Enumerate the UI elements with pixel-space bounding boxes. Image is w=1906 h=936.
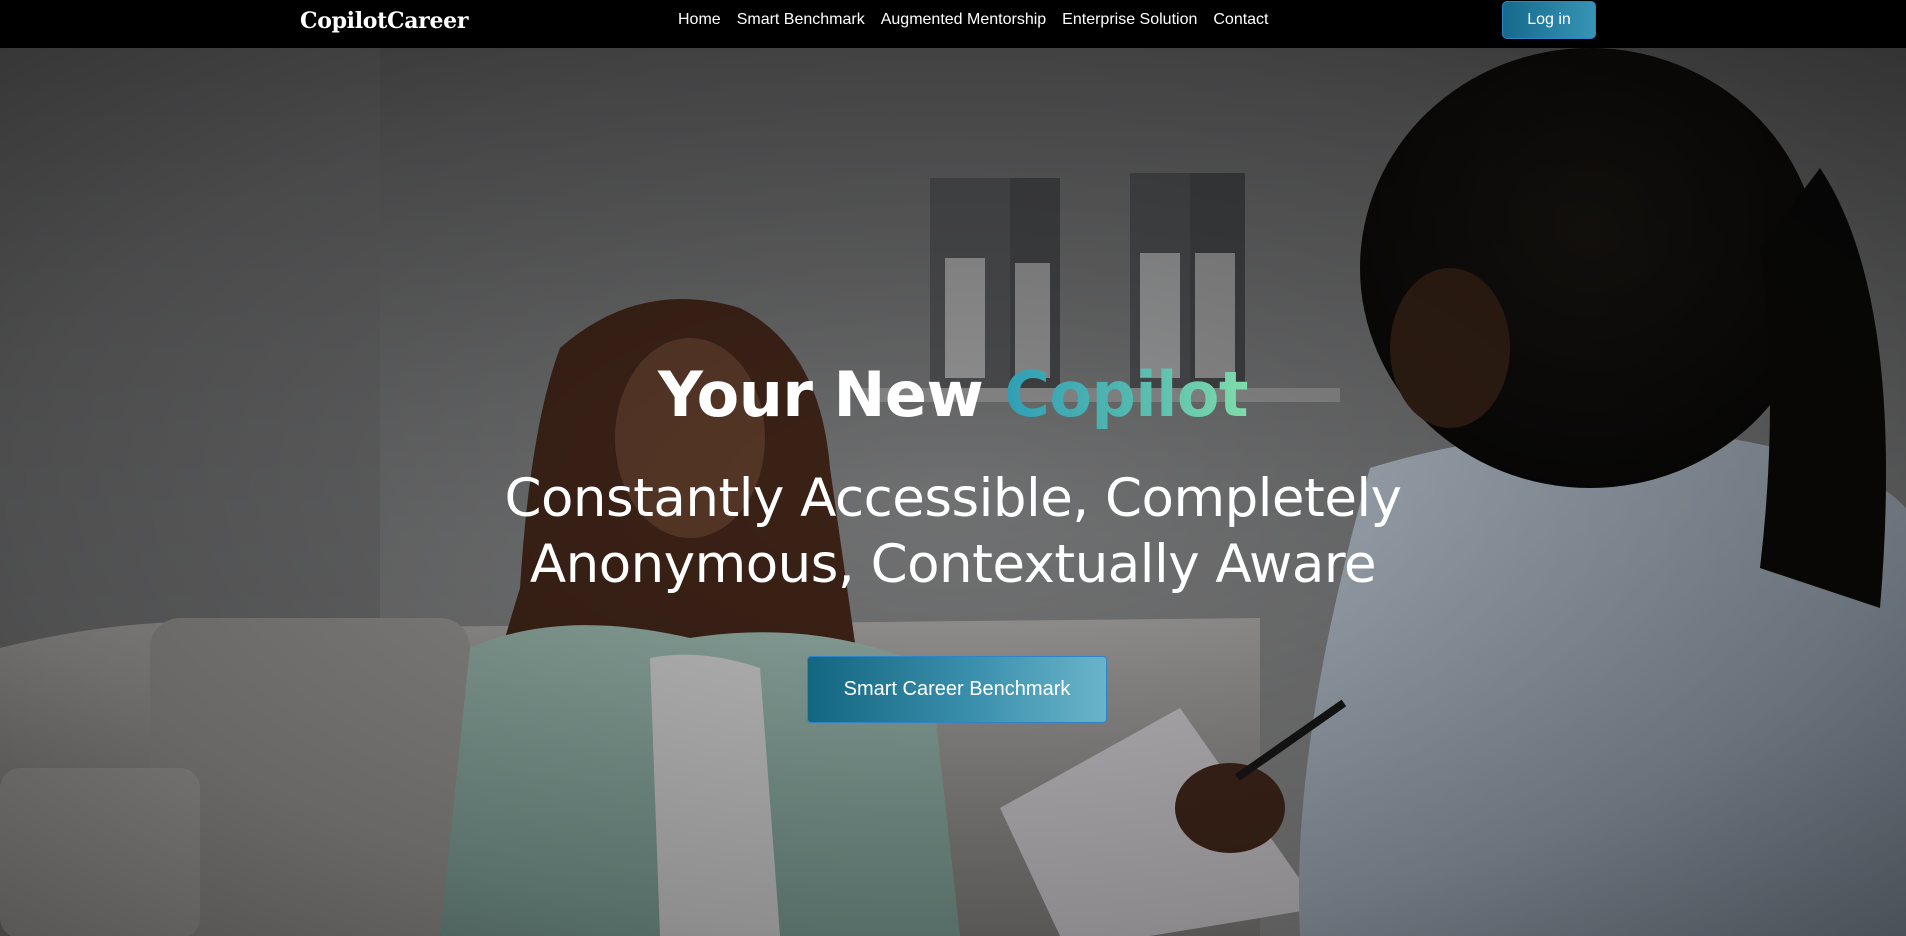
- nav-link-contact[interactable]: Contact: [1213, 11, 1268, 29]
- hero-title-prefix: Your New: [657, 358, 1005, 431]
- hero-content: Your New Copilot Constantly Accessible, …: [0, 48, 1906, 936]
- nav-link-enterprise-solution[interactable]: Enterprise Solution: [1062, 11, 1197, 29]
- hero-subtitle-line-1: Constantly Accessible, Completely: [504, 468, 1402, 529]
- hero-title-accent: Copilot: [1004, 358, 1249, 431]
- nav-link-augmented-mentorship[interactable]: Augmented Mentorship: [881, 11, 1046, 29]
- page: CopilotCareer Home Smart Benchmark Augme…: [0, 0, 1906, 936]
- nav-link-smart-benchmark[interactable]: Smart Benchmark: [737, 11, 865, 29]
- top-navbar: CopilotCareer Home Smart Benchmark Augme…: [0, 0, 1906, 48]
- login-button[interactable]: Log in: [1502, 1, 1596, 39]
- nav-link-home[interactable]: Home: [678, 11, 721, 29]
- hero-title: Your New Copilot: [0, 358, 1906, 431]
- hero-subtitle: Constantly Accessible, Completely Anonym…: [453, 466, 1453, 598]
- brand-logo[interactable]: CopilotCareer: [300, 8, 468, 34]
- smart-career-benchmark-button[interactable]: Smart Career Benchmark: [807, 656, 1107, 723]
- nav-links: Home Smart Benchmark Augmented Mentorshi…: [678, 11, 1269, 29]
- hero-subtitle-line-2: Anonymous, Contextually Aware: [529, 534, 1377, 595]
